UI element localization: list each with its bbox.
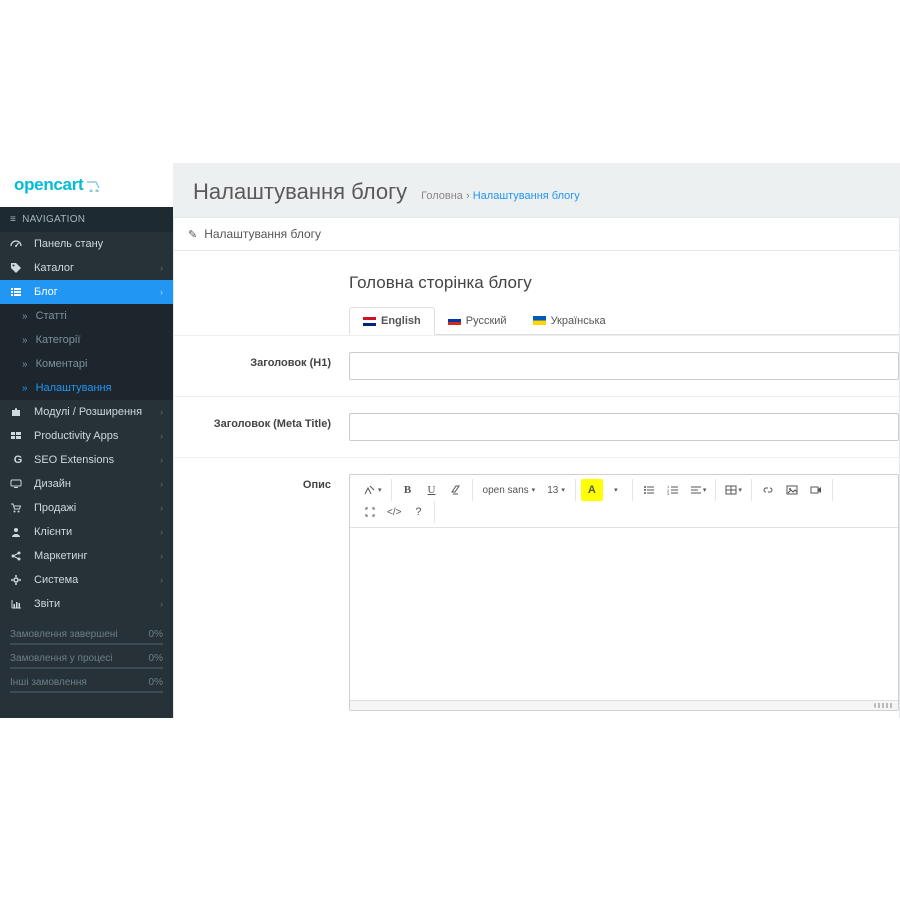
editor-link-button[interactable] (757, 479, 779, 501)
list-icon (10, 286, 26, 298)
subnav-categories[interactable]: »Категорії (0, 328, 173, 352)
lang-tab-english[interactable]: English (349, 307, 435, 335)
google-icon: G (10, 454, 26, 466)
language-tabs: English Русский Українська (349, 307, 899, 335)
wysiwyg-editor: ▾ B U (349, 474, 899, 711)
sidebar: opencart ≡ NAVIGATION Панель стану Катал… (0, 163, 173, 718)
sidebar-item-blog[interactable]: Блог › (0, 280, 173, 304)
sidebar-item-reports[interactable]: Звіти › (0, 592, 173, 616)
chevron-right-icon: › (160, 599, 163, 609)
lang-tab-russian[interactable]: Русский (435, 307, 520, 334)
sidebar-item-seo[interactable]: G SEO Extensions › (0, 448, 173, 472)
editor-fullscreen-button[interactable] (359, 501, 381, 523)
lang-tab-ukrainian[interactable]: Українська (520, 307, 619, 334)
editor-color-dropdown[interactable]: ▾ (605, 479, 627, 501)
logo[interactable]: opencart (0, 163, 173, 207)
editor-highlight-button[interactable]: A (581, 479, 603, 501)
share-icon (10, 550, 26, 562)
meta-title-input[interactable] (349, 413, 899, 441)
editor-align-button[interactable]: ▾ (686, 479, 711, 501)
order-stats: Замовлення завершені0% Замовлення у проц… (0, 626, 173, 698)
chevron-right-icon: › (160, 287, 163, 297)
chevron-right-icon: › (160, 551, 163, 561)
section-title: Головна сторінка блогу (174, 273, 899, 307)
user-icon (10, 526, 26, 538)
panel-header: ✎ Налаштування блогу (174, 218, 899, 251)
svg-text:3: 3 (667, 491, 670, 496)
page-title: Налаштування блогу (193, 179, 407, 205)
subnav-articles[interactable]: »Статті (0, 304, 173, 328)
logo-text: opencart (14, 175, 83, 195)
sidebar-item-productivity[interactable]: Productivity Apps › (0, 424, 173, 448)
nav-header: ≡ NAVIGATION (0, 207, 173, 232)
page-header: Налаштування блогу Головна › Налаштуванн… (173, 163, 900, 217)
sidebar-item-dashboard[interactable]: Панель стану (0, 232, 173, 256)
settings-panel: ✎ Налаштування блогу Головна сторінка бл… (173, 217, 900, 718)
sidebar-item-modules[interactable]: Модулі / Розширення › (0, 400, 173, 424)
editor-code-button[interactable]: </> (383, 501, 405, 523)
breadcrumb-current[interactable]: Налаштування блогу (473, 190, 580, 202)
chevron-right-icon: › (160, 575, 163, 585)
editor-image-button[interactable] (781, 479, 803, 501)
description-label: Опис (174, 474, 349, 491)
desktop-icon (10, 478, 26, 490)
h1-input[interactable] (349, 352, 899, 380)
editor-font-dropdown[interactable]: open sans▾ (478, 479, 541, 501)
editor-size-dropdown[interactable]: 13▾ (542, 479, 570, 501)
tag-icon (10, 262, 26, 274)
meta-title-label: Заголовок (Meta Title) (174, 413, 349, 430)
gear-icon (10, 574, 26, 586)
editor-bold-button[interactable]: B (397, 479, 419, 501)
breadcrumb-home[interactable]: Головна (421, 190, 463, 202)
dashboard-icon (10, 238, 26, 250)
menu-icon: ≡ (10, 214, 16, 225)
chevron-right-icon: › (160, 479, 163, 489)
chevron-right-icon: › (160, 503, 163, 513)
chevron-right-icon: › (160, 263, 163, 273)
sidebar-item-sales[interactable]: Продажі › (0, 496, 173, 520)
cart-icon (10, 502, 26, 514)
subnav-comments[interactable]: »Коментарі (0, 352, 173, 376)
editor-clear-button[interactable] (445, 479, 467, 501)
editor-help-button[interactable]: ? (407, 501, 429, 523)
editor-underline-button[interactable]: U (421, 479, 443, 501)
chevron-right-icon: › (160, 431, 163, 441)
chevron-right-icon: › (160, 455, 163, 465)
puzzle-icon (10, 406, 26, 418)
editor-table-button[interactable]: ▾ (721, 479, 746, 501)
sidebar-item-marketing[interactable]: Маркетинг › (0, 544, 173, 568)
pencil-icon: ✎ (188, 228, 197, 241)
windows-icon (10, 430, 26, 442)
editor-content[interactable] (350, 528, 898, 700)
sidebar-item-system[interactable]: Система › (0, 568, 173, 592)
chevron-right-icon: › (160, 527, 163, 537)
sidebar-item-catalog[interactable]: Каталог › (0, 256, 173, 280)
editor-style-button[interactable]: ▾ (359, 479, 386, 501)
editor-video-button[interactable] (805, 479, 827, 501)
flag-en-icon (363, 317, 376, 326)
chevron-right-icon: › (160, 407, 163, 417)
main-content: Налаштування блогу Головна › Налаштуванн… (173, 163, 900, 718)
h1-label: Заголовок (H1) (174, 352, 349, 369)
sidebar-item-customers[interactable]: Клієнти › (0, 520, 173, 544)
subnav-settings[interactable]: »Налаштування (0, 376, 173, 400)
blog-submenu: »Статті »Категорії »Коментарі »Налаштува… (0, 304, 173, 400)
flag-ru-icon (448, 316, 461, 325)
editor-toolbar: ▾ B U (350, 475, 898, 528)
sidebar-item-design[interactable]: Дизайн › (0, 472, 173, 496)
editor-ol-button[interactable]: 123 (662, 479, 684, 501)
flag-ua-icon (533, 316, 546, 325)
breadcrumb: Головна › Налаштування блогу (421, 190, 580, 202)
chart-icon (10, 598, 26, 610)
logo-cart-icon (86, 179, 108, 192)
editor-resize-handle[interactable] (350, 700, 898, 710)
editor-ul-button[interactable] (638, 479, 660, 501)
